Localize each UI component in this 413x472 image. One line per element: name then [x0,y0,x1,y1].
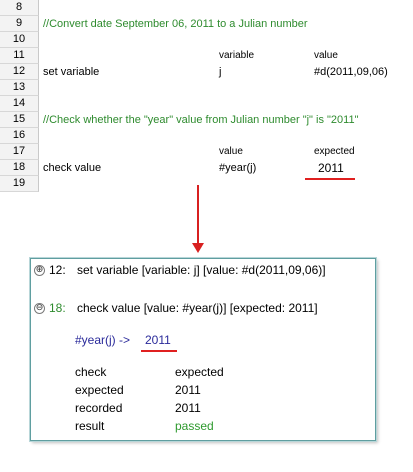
variable-cell[interactable]: j [219,64,221,80]
row-number: 15 [0,112,39,128]
row-number: 13 [0,80,39,96]
down-arrow-icon [192,243,204,253]
sheet-row: 8 [0,0,413,16]
result-value: expected [175,365,224,379]
spreadsheet: 8 9 //Convert date September 06, 2011 to… [0,0,413,194]
row-number: 18 [0,160,39,176]
expected-cell[interactable]: 2011 [318,160,344,176]
row-number: 10 [0,32,39,48]
expression-left: #year(j) -> [75,333,131,347]
row-number: 9 [0,16,39,32]
sheet-row: 11 variable value [0,48,413,64]
sheet-row: 15 //Check whether the "year" value from… [0,112,413,128]
result-status: passed [175,419,214,433]
result-key: recorded [75,401,123,415]
comment-cell[interactable]: //Check whether the "year" value from Ju… [43,112,358,128]
comment-cell[interactable]: //Convert date September 06, 2011 to a J… [43,16,308,32]
row-number: 16 [0,128,39,144]
row-number: 14 [0,96,39,112]
red-underline [141,350,177,352]
header-cell-expected[interactable]: expected [314,144,355,160]
value-cell[interactable]: #d(2011,09,06) [314,64,388,80]
sheet-row: 16 [0,128,413,144]
command-cell[interactable]: set variable [43,64,99,80]
sheet-row: 9 //Convert date September 06, 2011 to a… [0,16,413,32]
row-number: 11 [0,48,39,64]
check-value-line[interactable]: check value [value: #year(j)] [expected:… [77,301,318,315]
line-number: 18: [49,301,66,315]
collapse-icon[interactable]: ⊖ [34,303,45,314]
red-underline [305,178,355,180]
value-cell[interactable]: #year(j) [219,160,256,176]
result-value: 2011 [175,383,201,397]
line-number: 12: [49,263,66,277]
row-number: 12 [0,64,39,80]
row-number: 8 [0,0,39,16]
row-number: 17 [0,144,39,160]
sheet-row: 13 [0,80,413,96]
header-cell-value[interactable]: value [314,48,338,64]
header-cell-variable[interactable]: variable [219,48,254,64]
expand-icon[interactable]: ⊕ [34,265,45,276]
sheet-row: 10 [0,32,413,48]
expression-result: 2011 [145,333,171,347]
result-key: result [75,419,105,433]
sheet-row: 14 [0,96,413,112]
result-value: 2011 [175,401,201,415]
header-cell-value[interactable]: value [219,144,243,160]
set-variable-line[interactable]: set variable [variable: j] [value: #d(20… [77,263,326,277]
sheet-row: 12 set variable j #d(2011,09,06) [0,64,413,80]
sheet-row: 18 check value #year(j) 2011 [0,160,413,176]
report-panel: ⊕ 12: set variable [variable: j] [value:… [30,258,376,441]
command-cell[interactable]: check value [43,160,101,176]
sheet-row: 17 value expected [0,144,413,160]
down-arrow-line [197,185,199,245]
result-key: check [75,365,107,379]
result-key: expected [75,383,124,397]
row-number: 19 [0,176,39,192]
